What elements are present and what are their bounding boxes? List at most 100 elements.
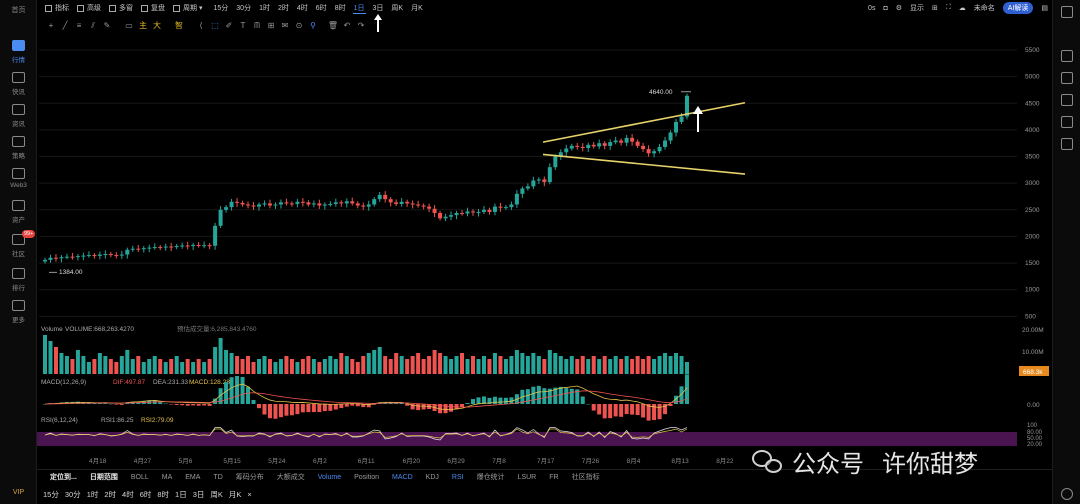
close-icon[interactable]: × — [247, 490, 251, 499]
period-dropdown[interactable]: 周期 ▾ — [173, 3, 202, 13]
bottom-timeframe-3[interactable]: 2时 — [104, 489, 116, 500]
layout-name[interactable]: 未命名 — [974, 3, 995, 13]
redo-icon[interactable]: ↷ — [354, 20, 368, 32]
nav-item-3[interactable]: 策略 — [0, 136, 37, 160]
candle-body — [366, 204, 371, 207]
indicator-8[interactable]: Volume — [318, 474, 341, 481]
nav-item-8[interactable]: 更多 — [0, 300, 37, 324]
nav-item-2[interactable]: 资讯 — [0, 104, 37, 128]
fullscreen-icon[interactable]: ⛶ — [946, 4, 951, 12]
nav-item-0[interactable]: 行情 — [0, 40, 37, 64]
timeframe-7[interactable]: 1日 — [352, 3, 366, 14]
wechat-watermark: 公众号 许你甜梦 — [752, 443, 978, 479]
volume-bar — [333, 359, 338, 374]
select-icon[interactable]: ⬚ — [208, 20, 222, 32]
price-chart[interactable]: 5500500045004000350030002500200015001000… — [37, 32, 1052, 469]
indicator-5[interactable]: TD — [213, 474, 222, 481]
bottom-timeframe-9[interactable]: 周K — [210, 489, 223, 500]
indicator-3[interactable]: MA — [162, 474, 173, 481]
watchlist-icon[interactable] — [1061, 50, 1073, 62]
timeframe-10[interactable]: 月K — [410, 3, 424, 14]
nav-item-1[interactable]: 快讯 — [0, 72, 37, 96]
brush-icon[interactable]: ✐ — [222, 20, 236, 32]
indicator-7[interactable]: 大额成交 — [277, 472, 305, 482]
layout-icon[interactable]: ⊞ — [932, 4, 938, 12]
indicator-12[interactable]: RSI — [452, 474, 464, 481]
horizontal-lines-icon[interactable]: ≡ — [72, 20, 86, 32]
note-icon[interactable]: ✉ — [278, 20, 292, 32]
timeframe-8[interactable]: 3日 — [372, 3, 385, 14]
vip-link[interactable]: VIP — [0, 489, 37, 496]
multi-chart-button[interactable]: 多窗 — [109, 3, 133, 13]
timeframe-0[interactable]: 15分 — [212, 3, 229, 14]
ai-analysis-button[interactable]: AI解读 — [1002, 2, 1034, 14]
info-icon[interactable] — [1061, 94, 1073, 106]
crosshair-icon[interactable]: + — [44, 20, 58, 32]
bottom-timeframe-5[interactable]: 6时 — [140, 489, 152, 500]
macd-histogram-bar — [273, 404, 278, 419]
big-order-icon[interactable]: 大 — [150, 20, 164, 32]
alert-icon[interactable] — [1061, 116, 1073, 128]
timeframe-3[interactable]: 2时 — [277, 3, 290, 14]
bottom-timeframe-0[interactable]: 15分 — [43, 489, 59, 500]
bottom-timeframe-1[interactable]: 30分 — [65, 489, 81, 500]
bracket-icon[interactable]: ⟨ — [194, 20, 208, 32]
channel-icon[interactable]: ⫽ — [86, 20, 100, 32]
display-button[interactable]: 显示 — [910, 3, 924, 13]
smart-icon[interactable]: 智 — [172, 20, 186, 32]
calendar-icon[interactable] — [1061, 6, 1073, 18]
indicator-16[interactable]: 社区指标 — [572, 472, 600, 482]
volume-bar — [246, 356, 251, 374]
trash-icon[interactable]: 🗑 — [326, 20, 340, 32]
timeframe-2[interactable]: 1时 — [258, 3, 271, 14]
nav-item-7[interactable]: 排行 — [0, 268, 37, 292]
indicator-15[interactable]: FR — [549, 474, 558, 481]
nav-item-6[interactable]: 99+ 社区 — [0, 230, 37, 258]
timeframe-1[interactable]: 30分 — [235, 3, 252, 14]
bottom-timeframe-6[interactable]: 8时 — [157, 489, 169, 500]
timeframe-6[interactable]: 8时 — [334, 3, 347, 14]
bottom-timeframe-4[interactable]: 4时 — [122, 489, 134, 500]
undo-icon[interactable]: ↶ — [340, 20, 354, 32]
bottom-timeframe-2[interactable]: 1时 — [87, 489, 99, 500]
timeframe-5[interactable]: 6时 — [315, 3, 328, 14]
pen-icon[interactable]: ✎ — [100, 20, 114, 32]
home-link[interactable]: 首页 — [0, 5, 37, 15]
line-icon[interactable]: ╱ — [58, 20, 72, 32]
text-icon[interactable]: T — [236, 20, 250, 32]
notes-icon[interactable]: ▤ — [1041, 4, 1048, 12]
magnet-icon[interactable]: ⊙ — [292, 20, 306, 32]
trade-icon[interactable] — [1061, 138, 1073, 150]
camera-icon[interactable]: ◘ — [883, 5, 887, 12]
indicator-10[interactable]: MACD — [392, 474, 413, 481]
indicator-4[interactable]: EMA — [185, 474, 200, 481]
indicator-6[interactable]: 筹码分布 — [236, 472, 264, 482]
replay-button[interactable]: 复盘 — [141, 3, 165, 13]
indicator-13[interactable]: 爆仓统计 — [477, 472, 505, 482]
nav-item-4[interactable]: Web3 — [0, 168, 37, 189]
timeframe-4[interactable]: 4时 — [296, 3, 309, 14]
nav-item-5[interactable]: 资产 — [0, 200, 37, 224]
indicator-9[interactable]: Position — [354, 474, 379, 481]
indicator-0[interactable]: 定位到... — [50, 472, 77, 482]
indicator-11[interactable]: KDJ — [426, 474, 439, 481]
advanced-button[interactable]: 高级 — [77, 3, 101, 13]
robot-icon[interactable] — [1061, 488, 1073, 500]
settings-icon[interactable]: ⚙ — [896, 4, 902, 12]
ruler-icon[interactable]: ▭ — [122, 20, 136, 32]
filter-icon[interactable]: ⚲ — [306, 20, 320, 32]
bottom-timeframe-10[interactable]: 月K — [229, 489, 242, 500]
main-force-icon[interactable]: 主 — [136, 20, 150, 32]
pattern-icon[interactable]: ᗰ — [250, 20, 264, 32]
indicator-14[interactable]: LSUR — [518, 474, 537, 481]
candle-body — [317, 203, 322, 206]
indicator-2[interactable]: BOLL — [131, 474, 149, 481]
bottom-timeframe-7[interactable]: 1日 — [175, 489, 187, 500]
measure-icon[interactable]: ⊞ — [264, 20, 278, 32]
indicators-button[interactable]: 指标 — [45, 3, 69, 13]
drawn-trendlines[interactable] — [542, 101, 746, 175]
order-book-icon[interactable] — [1061, 72, 1073, 84]
timeframe-9[interactable]: 周K — [390, 3, 404, 14]
indicator-1[interactable]: 日期范围 — [90, 472, 118, 482]
bottom-timeframe-8[interactable]: 3日 — [193, 489, 205, 500]
